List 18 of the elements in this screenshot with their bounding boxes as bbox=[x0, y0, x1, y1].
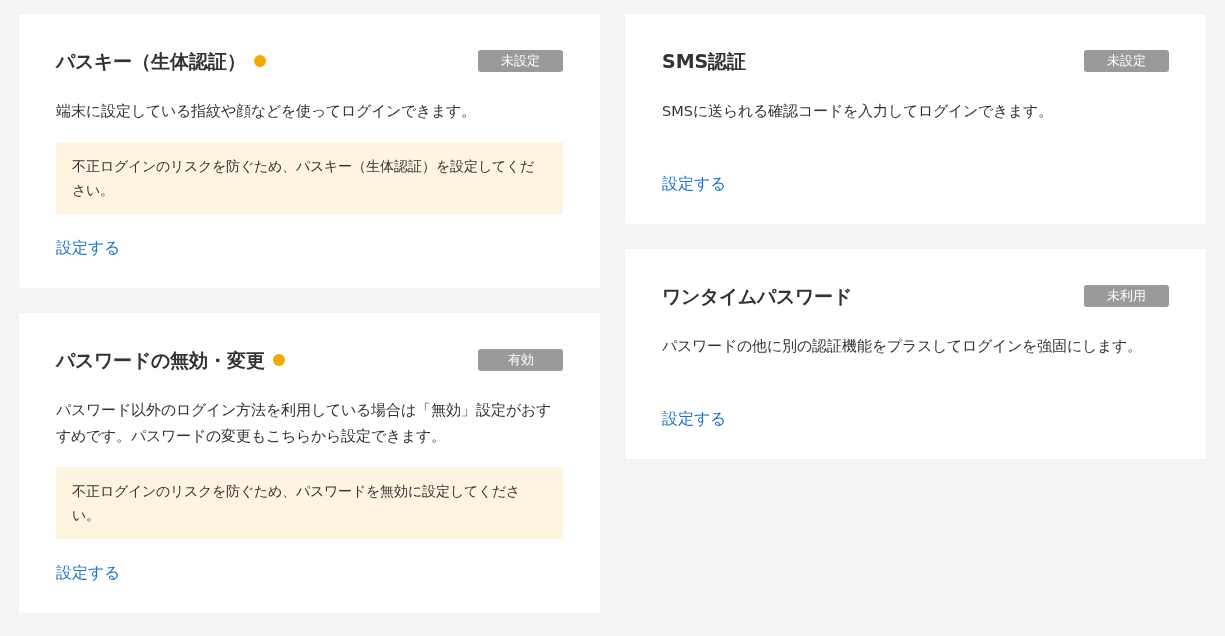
setup-link[interactable]: 設定する bbox=[662, 172, 726, 196]
warning-notice: 不正ログインのリスクを防ぐため、パスワードを無効に設定してください。 bbox=[56, 467, 563, 539]
card-title: ワンタイムパスワード bbox=[662, 284, 852, 309]
card-title: パスキー（生体認証） bbox=[56, 49, 246, 74]
card-description: SMSに送られる確認コードを入力してログインできます。 bbox=[662, 102, 1054, 121]
warning-notice: 不正ログインのリスクを防ぐため、パスキー（生体認証）を設定してください。 bbox=[56, 142, 563, 214]
setup-link[interactable]: 設定する bbox=[56, 561, 120, 585]
status-badge: 未設定 bbox=[1084, 50, 1169, 72]
card-description: パスワード以外のログイン方法を利用している場合は「無効」設定がおすすめです。パスワードの変更もこちらから設定できます。 bbox=[56, 401, 552, 446]
card-title: SMS認証 bbox=[662, 49, 747, 74]
setup-link[interactable]: 設定する bbox=[662, 407, 726, 431]
card-description: パスワードの他に別の認証機能をプラスしてログインを強固にします。 bbox=[662, 337, 1143, 356]
status-badge: 未利用 bbox=[1084, 285, 1169, 307]
setup-link[interactable]: 設定する bbox=[56, 236, 120, 260]
card-description: 端末に設定している指紋や顔などを使ってログインできます。 bbox=[56, 102, 477, 121]
card-title: パスワードの無効・変更 bbox=[56, 348, 265, 373]
status-badge: 有効 bbox=[478, 349, 563, 371]
status-badge: 未設定 bbox=[478, 50, 563, 72]
